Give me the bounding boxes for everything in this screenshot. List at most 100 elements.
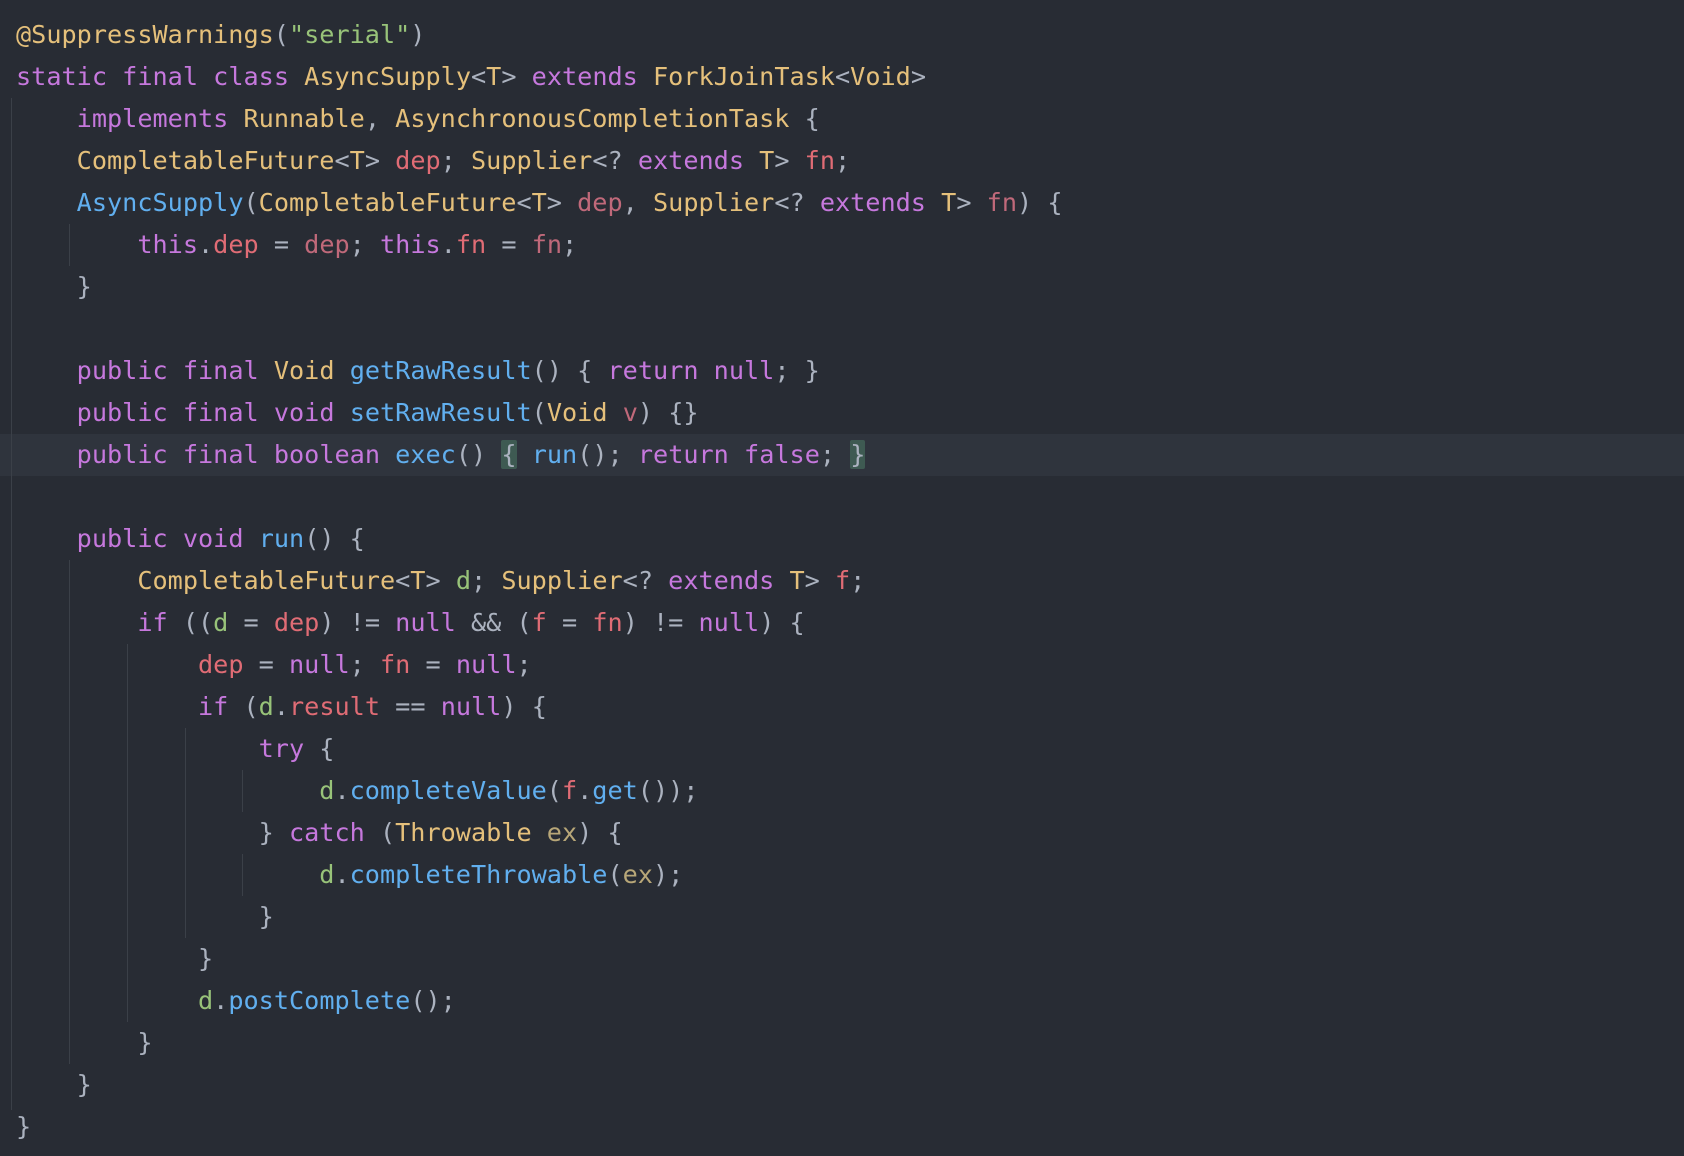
- code-line-text: } catch (Throwable ex) {: [16, 812, 623, 854]
- code-line-text: this.dep = dep; this.fn = fn;: [16, 224, 577, 266]
- code-line[interactable]: CompletableFuture<T> dep; Supplier<? ext…: [0, 140, 1684, 182]
- code-token: f: [561, 776, 578, 805]
- code-token: dep: [577, 188, 623, 217]
- code-token: <: [334, 146, 350, 175]
- code-line[interactable]: public void run() {: [0, 518, 1684, 560]
- code-line[interactable]: d.postComplete();: [0, 980, 1684, 1022]
- code-line[interactable]: }: [0, 1106, 1684, 1148]
- matched-brace: }: [850, 440, 866, 469]
- code-token: Supplier: [501, 566, 623, 595]
- code-line[interactable]: CompletableFuture<T> d; Supplier<? exten…: [0, 560, 1684, 602]
- code-token: fn: [986, 188, 1017, 217]
- code-line[interactable]: }: [0, 1022, 1684, 1064]
- code-token: f: [835, 566, 851, 595]
- code-token: ) {: [577, 818, 623, 847]
- code-token: =: [546, 608, 593, 637]
- code-token: try: [258, 734, 305, 763]
- code-editor[interactable]: } } } d.postComplete(); } } d.completeTh…: [0, 14, 1684, 1156]
- code-token: getRawResult: [349, 356, 532, 385]
- code-token: =: [228, 608, 274, 637]
- code-token: ;: [440, 146, 471, 175]
- code-line-text: if ((d = dep) != null && (f = fn) != nul…: [16, 602, 805, 644]
- code-token: Void: [273, 356, 335, 385]
- code-token: ): [410, 20, 426, 49]
- code-line-text: }: [16, 266, 92, 308]
- code-line[interactable]: static final class AsyncSupply<T> extend…: [0, 56, 1684, 98]
- code-token: .: [273, 692, 290, 721]
- code-line[interactable]: @SuppressWarnings("serial"): [0, 14, 1684, 56]
- code-token: if: [197, 692, 229, 721]
- code-token: (: [273, 20, 289, 49]
- code-line[interactable]: [0, 476, 1684, 518]
- code-token: >: [956, 188, 987, 217]
- code-token: extends: [668, 566, 775, 595]
- code-line-text: implements Runnable, AsynchronousComplet…: [16, 98, 820, 140]
- code-token: f: [531, 608, 547, 637]
- code-line[interactable]: AsyncSupply(CompletableFuture<T> dep, Su…: [0, 182, 1684, 224]
- code-token: .: [334, 860, 350, 889]
- code-token: );: [652, 860, 684, 889]
- code-token: completeValue: [349, 776, 547, 805]
- code-token: (: [228, 692, 259, 721]
- indent-guide: [242, 770, 243, 812]
- code-token: ;: [516, 650, 532, 679]
- code-token: ex: [546, 818, 578, 847]
- code-line[interactable]: }: [0, 266, 1684, 308]
- code-line[interactable]: }: [0, 1064, 1684, 1106]
- code-token: .: [440, 230, 456, 259]
- code-token: AsynchronousCompletionTask: [395, 104, 790, 133]
- code-line[interactable]: try {: [0, 728, 1684, 770]
- code-token: }: [16, 902, 274, 931]
- code-line[interactable]: }: [0, 938, 1684, 980]
- code-token: ==: [380, 692, 441, 721]
- code-token: v: [622, 398, 638, 427]
- code-token: ((: [167, 608, 214, 637]
- code-token: d: [197, 986, 214, 1015]
- code-line[interactable]: if ((d = dep) != null && (f = fn) != nul…: [0, 602, 1684, 644]
- indent-guide: [242, 854, 243, 896]
- code-token: final: [182, 398, 259, 427]
- code-token: ;: [850, 566, 866, 595]
- code-line[interactable]: implements Runnable, AsynchronousComplet…: [0, 98, 1684, 140]
- code-token: ;: [819, 440, 851, 469]
- code-token: ;: [835, 146, 851, 175]
- code-line[interactable]: this.dep = dep; this.fn = fn;: [0, 224, 1684, 266]
- code-token: final: [182, 356, 259, 385]
- code-token: ) {: [759, 608, 805, 637]
- code-line[interactable]: }: [0, 896, 1684, 938]
- code-token: .: [577, 776, 593, 805]
- code-line[interactable]: } catch (Throwable ex) {: [0, 812, 1684, 854]
- code-line-text: d.completeValue(f.get());: [16, 770, 698, 812]
- code-line[interactable]: d.completeValue(f.get());: [0, 770, 1684, 812]
- code-line-text: if (d.result == null) {: [16, 686, 547, 728]
- code-line[interactable]: d.completeThrowable(ex);: [0, 854, 1684, 896]
- code-line-text: d.postComplete();: [16, 980, 456, 1022]
- code-token: Void: [850, 62, 911, 91]
- indent-guide: [11, 98, 12, 1110]
- code-token: ) !=: [319, 608, 396, 637]
- code-line-text: }: [16, 1106, 31, 1148]
- code-token: null: [440, 692, 502, 721]
- code-token: public: [76, 440, 168, 469]
- code-line-current[interactable]: public final boolean exec() { run(); ret…: [0, 434, 1684, 476]
- code-token: d: [319, 776, 335, 805]
- code-token: Throwable: [395, 818, 532, 847]
- code-line[interactable]: if (d.result == null) {: [0, 686, 1684, 728]
- code-line[interactable]: dep = null; fn = null;: [0, 644, 1684, 686]
- code-token: fn: [804, 146, 836, 175]
- code-line[interactable]: public final void setRawResult(Void v) {…: [0, 392, 1684, 434]
- code-token: =: [243, 650, 289, 679]
- code-line[interactable]: [0, 308, 1684, 350]
- code-token: class: [213, 62, 289, 91]
- code-line[interactable]: public final Void getRawResult() { retur…: [0, 350, 1684, 392]
